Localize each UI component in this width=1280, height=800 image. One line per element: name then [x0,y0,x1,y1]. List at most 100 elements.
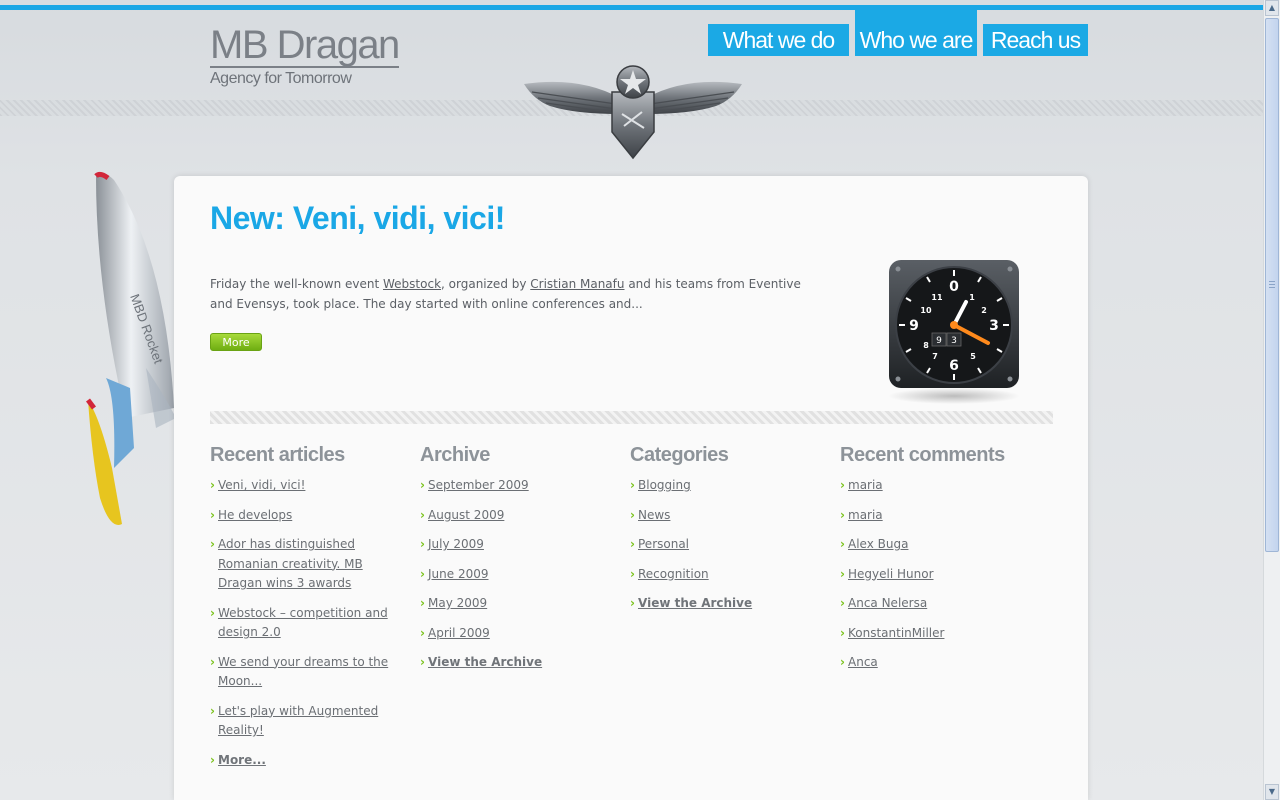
clock-numeral-3: 3 [989,318,999,334]
clock-numeral-0: 0 [949,279,959,295]
categories-list: Blogging News Personal Recognition View … [630,476,810,614]
wings-badge-icon [524,65,742,160]
scroll-up-arrow-icon[interactable]: ▲ [1265,0,1279,16]
list-item: maria [840,476,1020,496]
post-excerpt: Friday the well-known event Webstock, or… [210,275,820,314]
comment-author-link[interactable]: maria [848,508,883,522]
list-item: July 2009 [420,535,600,555]
recent-comments-list: maria maria Alex Buga Hegyeli Hunor Anca… [840,476,1020,673]
archive-month-link[interactable]: August 2009 [428,508,504,522]
list-item: He develops [210,506,390,526]
list-item: Anca Nelersa [840,594,1020,614]
archive-section: Archive September 2009 August 2009 July … [420,444,600,683]
article-link[interactable]: He develops [218,508,292,522]
list-item: September 2009 [420,476,600,496]
archive-month-link[interactable]: April 2009 [428,626,490,640]
nav-tab-reach-us[interactable]: Reach us [983,24,1088,56]
recent-articles-heading: Recent articles [210,444,345,466]
archive-month-link[interactable]: July 2009 [428,537,484,551]
categories-heading: Categories [630,444,729,466]
list-item: View the Archive [630,594,810,614]
clock-numeral-1: 1 [969,293,975,302]
section-divider [210,411,1053,424]
clock-icon: 0 1 2 3 5 6 7 8 9 10 11 9 3 [888,260,1020,404]
recent-articles-section: Recent articles Veni, vidi, vici! He dev… [210,444,390,780]
list-item: KonstantinMiller [840,624,1020,644]
logo-tagline: Agency for Tomorrow [210,70,352,87]
clock-numeral-2: 2 [981,306,987,315]
list-item: Personal [630,535,810,555]
list-item: Webstock – competition and design 2.0 [210,604,390,643]
archive-month-link[interactable]: May 2009 [428,596,487,610]
list-item: News [630,506,810,526]
nav-tab-what-we-do[interactable]: What we do [708,24,849,56]
article-link[interactable]: Webstock – competition and design 2.0 [218,606,388,640]
thumb-grip [1269,287,1275,288]
list-item: August 2009 [420,506,600,526]
archive-month-link[interactable]: June 2009 [428,567,489,581]
article-link[interactable]: Ador has distinguished Romanian creativi… [218,537,363,590]
view-archive-link[interactable]: View the Archive [428,655,542,669]
list-item: Let's play with Augmented Reality! [210,702,390,741]
recent-comments-section: Recent comments maria maria Alex Buga He… [840,444,1020,683]
clock-numeral-10: 10 [920,306,932,315]
list-item: We send your dreams to the Moon... [210,653,390,692]
webstock-link[interactable]: Webstock [383,277,441,291]
category-link[interactable]: Personal [638,537,689,551]
list-item: Recognition [630,565,810,585]
comment-author-link[interactable]: Anca [848,655,878,669]
archive-list: September 2009 August 2009 July 2009 Jun… [420,476,600,673]
scroll-down-arrow-icon[interactable]: ▼ [1265,784,1279,800]
clock-numeral-6: 6 [949,358,959,374]
recent-comments-heading: Recent comments [840,444,1005,466]
clock-numeral-11: 11 [931,293,943,302]
list-item: May 2009 [420,594,600,614]
clock-counter-digit-1: 9 [936,336,942,346]
clock-numeral-9: 9 [909,318,919,334]
top-accent-bar [0,0,1264,10]
comment-author-link[interactable]: Hegyeli Hunor [848,567,934,581]
nav-tab-who-we-are[interactable]: Who we are [855,10,977,56]
clock-numeral-7: 7 [932,352,938,361]
archive-month-link[interactable]: September 2009 [428,478,529,492]
view-archive-link[interactable]: View the Archive [638,596,752,610]
excerpt-text-1: Friday the well-known event [210,277,384,291]
list-item: Hegyeli Hunor [840,565,1020,585]
comment-author-link[interactable]: KonstantinMiller [848,626,944,640]
category-link[interactable]: Blogging [638,478,691,492]
clock-numeral-5: 5 [970,352,976,361]
categories-section: Categories Blogging News Personal Recogn… [630,444,810,624]
cristian-manafu-link[interactable]: Cristian Manafu [530,277,624,291]
vertical-scrollbar[interactable]: ▲ ▼ [1263,0,1280,800]
list-item: Ador has distinguished Romanian creativi… [210,535,390,594]
list-item: Blogging [630,476,810,496]
list-item: maria [840,506,1020,526]
post-title[interactable]: New: Veni, vidi, vici! [210,200,505,237]
clock-numeral-8: 8 [923,341,929,350]
thumb-grip [1269,281,1275,282]
logo-title: MB Dragan [210,23,400,68]
more-articles-link[interactable]: More... [218,753,266,767]
comment-author-link[interactable]: Anca Nelersa [848,596,927,610]
list-item: Alex Buga [840,535,1020,555]
article-link[interactable]: Veni, vidi, vici! [218,478,305,492]
excerpt-text-2: , organized by [441,277,531,291]
scrollbar-thumb[interactable] [1265,18,1279,552]
category-link[interactable]: News [638,508,670,522]
site-logo[interactable]: MB Dragan Agency for Tomorrow [210,23,400,88]
recent-articles-list: Veni, vidi, vici! He develops Ador has d… [210,476,390,770]
article-link[interactable]: Let's play with Augmented Reality! [218,704,378,738]
list-item: More... [210,751,390,771]
clock-counter-digit-2: 3 [951,336,957,346]
list-item: Anca [840,653,1020,673]
category-link[interactable]: Recognition [638,567,709,581]
list-item: View the Archive [420,653,600,673]
archive-heading: Archive [420,444,490,466]
list-item: April 2009 [420,624,600,644]
comment-author-link[interactable]: Alex Buga [848,537,908,551]
list-item: June 2009 [420,565,600,585]
article-link[interactable]: We send your dreams to the Moon... [218,655,388,689]
thumb-grip [1269,284,1275,285]
more-button[interactable]: More [210,333,262,351]
comment-author-link[interactable]: maria [848,478,883,492]
